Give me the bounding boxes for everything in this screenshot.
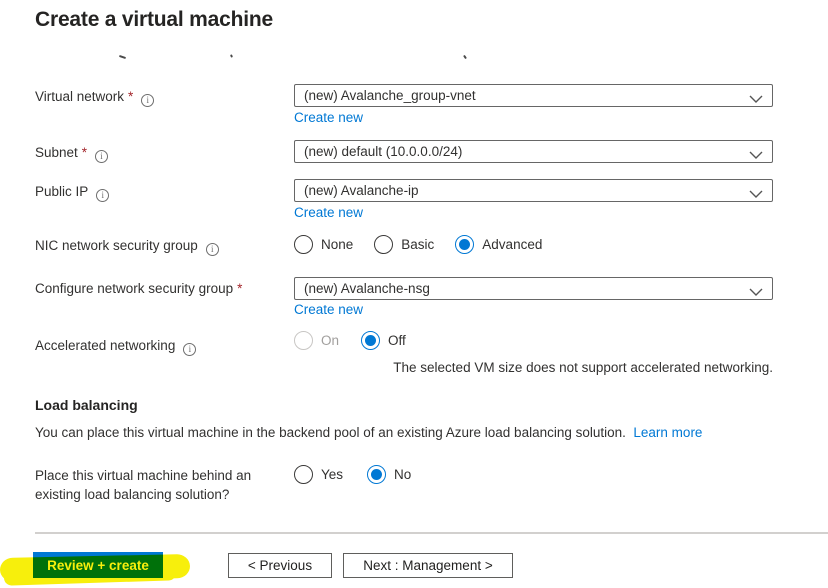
radio-no[interactable]: No [367, 465, 411, 484]
virtual-network-label: Virtual network * i [35, 89, 155, 107]
radio-circle-icon[interactable] [294, 235, 313, 254]
learn-more-link[interactable]: Learn more [633, 425, 702, 440]
nic-nsg-radio-group: None Basic Advanced [294, 235, 542, 254]
radio-circle-icon[interactable] [374, 235, 394, 254]
virtual-network-dropdown[interactable]: (new) Avalanche_group-vnet [294, 84, 773, 107]
info-icon[interactable]: i [141, 94, 155, 107]
info-icon[interactable]: i [183, 343, 197, 356]
radio-yes[interactable]: Yes [294, 465, 343, 484]
radio-off[interactable]: Off [361, 331, 406, 350]
next-management-button[interactable]: Next : Management > [343, 553, 513, 578]
required-asterisk: * [237, 281, 243, 296]
virtual-network-create-new-link[interactable]: Create new [294, 110, 363, 125]
public-ip-label: Public IP i [35, 184, 110, 202]
accelerated-networking-label: Accelerated networking i [35, 338, 197, 356]
subnet-label: Subnet * i [35, 145, 109, 163]
radio-circle-icon[interactable] [294, 465, 313, 484]
footer-divider [35, 532, 828, 534]
radio-advanced[interactable]: Advanced [455, 235, 542, 254]
load-balancing-heading: Load balancing [35, 397, 138, 413]
accelerated-networking-radio-group: On Off [294, 331, 406, 350]
radio-selected-icon[interactable] [367, 465, 387, 484]
configure-nsg-dropdown[interactable]: (new) Avalanche-nsg [294, 277, 773, 300]
chevron-down-icon [749, 148, 763, 163]
radio-basic[interactable]: Basic [374, 235, 434, 254]
nic-nsg-label: NIC network security group i [35, 238, 219, 256]
load-balancer-radio-group: Yes No [294, 465, 411, 484]
public-ip-create-new-link[interactable]: Create new [294, 205, 363, 220]
page-title: Create a virtual machine [35, 8, 273, 31]
public-ip-dropdown[interactable]: (new) Avalanche-ip [294, 179, 773, 202]
info-icon[interactable]: i [96, 189, 110, 202]
chevron-down-icon [749, 92, 763, 107]
radio-selected-icon[interactable] [455, 235, 475, 254]
radio-none[interactable]: None [294, 235, 353, 254]
configure-nsg-label: Configure network security group * [35, 281, 243, 296]
required-asterisk: * [128, 89, 134, 104]
chevron-down-icon [749, 187, 763, 202]
radio-on-disabled: On [294, 331, 339, 350]
review-create-button[interactable]: Review + create [33, 552, 163, 578]
subnet-dropdown[interactable]: (new) default (10.0.0.0/24) [294, 140, 773, 163]
info-icon[interactable]: i [95, 150, 109, 163]
chevron-down-icon [749, 285, 763, 300]
info-icon[interactable]: i [205, 243, 219, 256]
configure-nsg-create-new-link[interactable]: Create new [294, 302, 363, 317]
previous-button[interactable]: < Previous [228, 553, 332, 578]
required-asterisk: * [81, 145, 88, 160]
accelerated-networking-note: The selected VM size does not support ac… [393, 360, 773, 375]
radio-disabled-icon [294, 331, 313, 350]
load-balancing-description: You can place this virtual machine in th… [35, 425, 703, 440]
radio-selected-icon[interactable] [361, 331, 381, 350]
load-balancer-question-label: Place this virtual machine behind an exi… [35, 468, 252, 502]
